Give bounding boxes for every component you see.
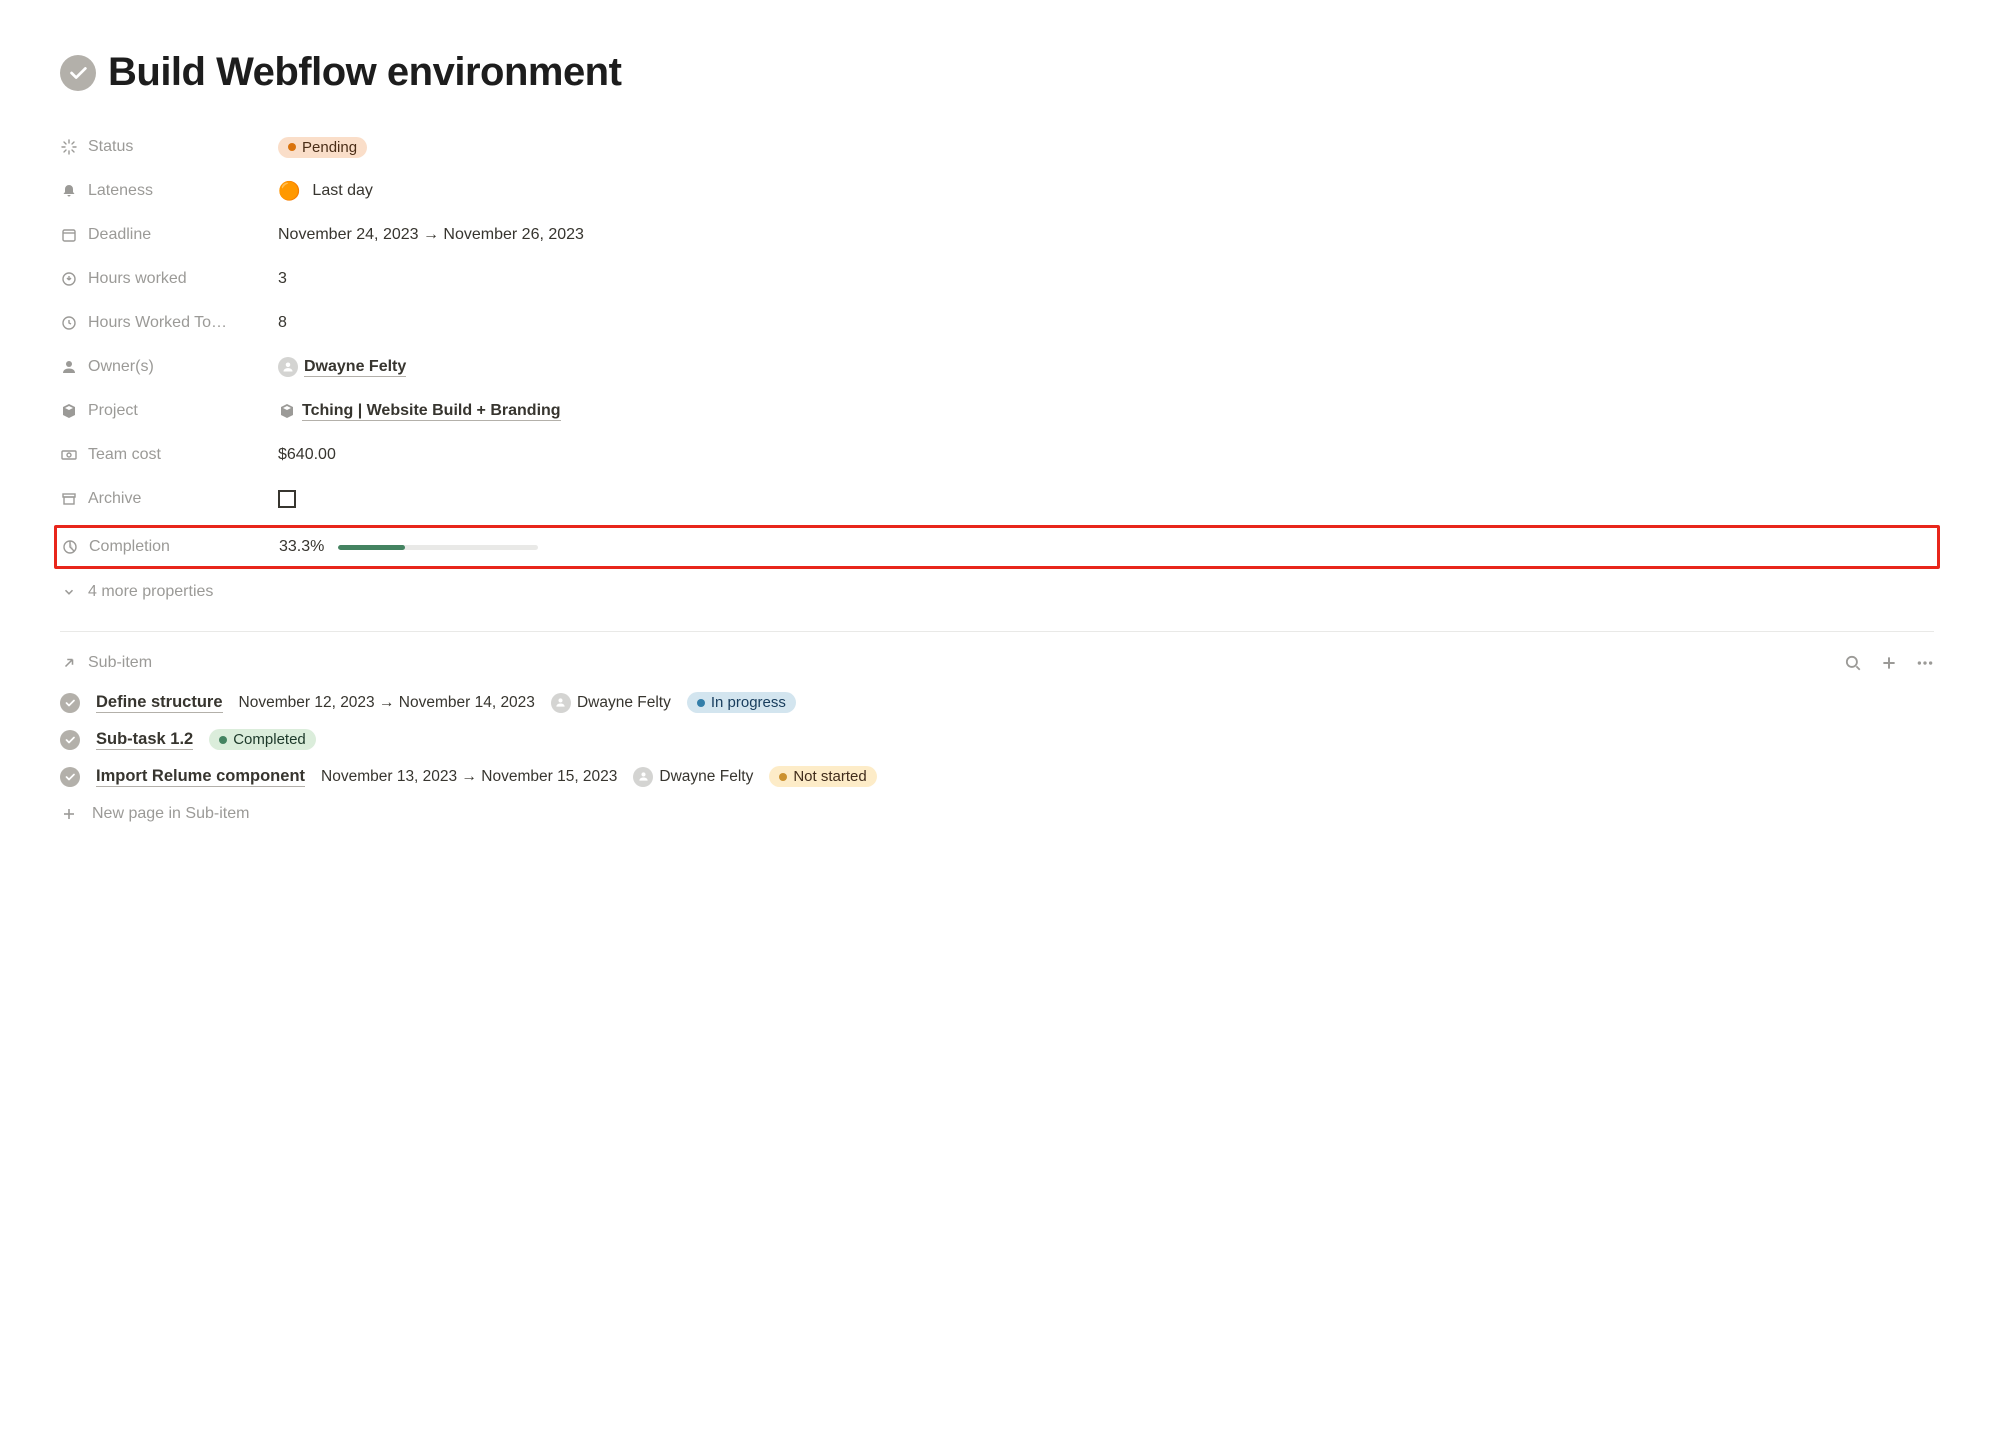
status-dot-icon [779,773,787,781]
property-project[interactable]: Project Tching | Website Build + Brandin… [60,389,1934,433]
subitem-title[interactable]: Sub-task 1.2 [96,730,193,750]
subitem-status-pill[interactable]: In progress [687,692,796,713]
progress-bar [338,545,538,550]
subitem-row[interactable]: Sub-task 1.2 Completed [60,721,1934,758]
subitem-row[interactable]: Define structure November 12, 2023 → Nove… [60,684,1934,721]
status-dot-icon [219,736,227,744]
project-chip[interactable]: Tching | Website Build + Branding [278,402,561,421]
team-cost-label: Team cost [88,446,161,464]
subitem-status-label: Completed [233,731,306,748]
divider [60,631,1934,632]
more-menu-button[interactable] [1916,654,1934,672]
new-subitem-button[interactable]: New page in Sub-item [60,795,1934,833]
team-cost-value: $640.00 [278,446,336,464]
hours-today-value: 8 [278,314,287,332]
status-value: Pending [302,139,357,156]
status-dot-icon [288,143,296,151]
check-circle-icon [60,767,80,787]
add-button[interactable] [1880,654,1898,672]
subitem-header[interactable]: Sub-item [60,654,152,672]
page-title[interactable]: Build Webflow environment [108,50,621,95]
avatar-icon [551,693,571,713]
subitem-owner[interactable]: Dwayne Felty [633,767,753,787]
properties-list: Status Pending Lateness 🟠 Last day Deadl… [60,125,1934,611]
lateness-label: Lateness [88,182,153,200]
clock-icon [60,314,78,332]
project-name: Tching | Website Build + Branding [302,402,561,421]
status-dot-icon [697,699,705,707]
subitem-owner[interactable]: Dwayne Felty [551,693,671,713]
pie-icon [61,538,79,556]
new-subitem-label: New page in Sub-item [92,805,249,823]
money-icon [60,446,78,464]
progress-fill [338,545,405,550]
search-button[interactable] [1844,654,1862,672]
property-owners[interactable]: Owner(s) Dwayne Felty [60,345,1934,389]
chevron-down-icon [60,583,78,601]
archive-checkbox[interactable] [278,490,296,508]
property-hours-today[interactable]: Hours Worked To… 8 [60,301,1934,345]
bell-icon [60,182,78,200]
avatar-icon [633,767,653,787]
box-icon [60,402,78,420]
arrow-up-right-icon [60,654,78,672]
property-lateness[interactable]: Lateness 🟠 Last day [60,169,1934,213]
completion-label: Completion [89,538,170,556]
status-icon [60,138,78,156]
owners-label: Owner(s) [88,358,154,376]
subitem-header-label: Sub-item [88,654,152,672]
owner-name: Dwayne Felty [304,358,406,377]
property-hours-worked[interactable]: Hours worked 3 [60,257,1934,301]
subitem-status-pill[interactable]: Not started [769,766,876,787]
hours-today-label: Hours Worked To… [88,314,227,332]
hours-worked-value: 3 [278,270,287,288]
property-team-cost[interactable]: Team cost $640.00 [60,433,1934,477]
download-circle-icon [60,270,78,288]
completion-value: 33.3% [279,538,324,556]
subitem-date: November 12, 2023 → November 14, 2023 [239,694,535,712]
archive-icon [60,490,78,508]
subitem-status-pill[interactable]: Completed [209,729,316,750]
archive-label: Archive [88,490,141,508]
person-icon [60,358,78,376]
check-circle-icon [60,730,80,750]
page-check-icon [60,55,96,91]
property-status[interactable]: Status Pending [60,125,1934,169]
property-archive[interactable]: Archive [60,477,1934,521]
orange-circle-icon: 🟠 [278,181,300,202]
status-pill[interactable]: Pending [278,137,367,158]
status-label: Status [88,138,133,156]
plus-icon [60,805,78,823]
lateness-value: Last day [312,182,372,200]
deadline-value: November 24, 2023 → November 26, 2023 [278,226,584,244]
box-icon [278,402,296,420]
calendar-icon [60,226,78,244]
hours-worked-label: Hours worked [88,270,187,288]
subitem-title[interactable]: Import Relume component [96,767,305,787]
more-properties-toggle[interactable]: 4 more properties [60,573,1934,611]
subitem-status-label: Not started [793,768,866,785]
property-deadline[interactable]: Deadline November 24, 2023 → November 26… [60,213,1934,257]
check-circle-icon [60,693,80,713]
subitem-status-label: In progress [711,694,786,711]
subitem-date: November 13, 2023 → November 15, 2023 [321,768,617,786]
subitem-title[interactable]: Define structure [96,693,223,713]
owner-chip[interactable]: Dwayne Felty [278,357,406,377]
property-completion[interactable]: Completion 33.3% [54,525,1940,569]
deadline-label: Deadline [88,226,151,244]
subitem-row[interactable]: Import Relume component November 13, 2023… [60,758,1934,795]
avatar-icon [278,357,298,377]
more-properties-label: 4 more properties [88,583,213,601]
project-label: Project [88,402,138,420]
